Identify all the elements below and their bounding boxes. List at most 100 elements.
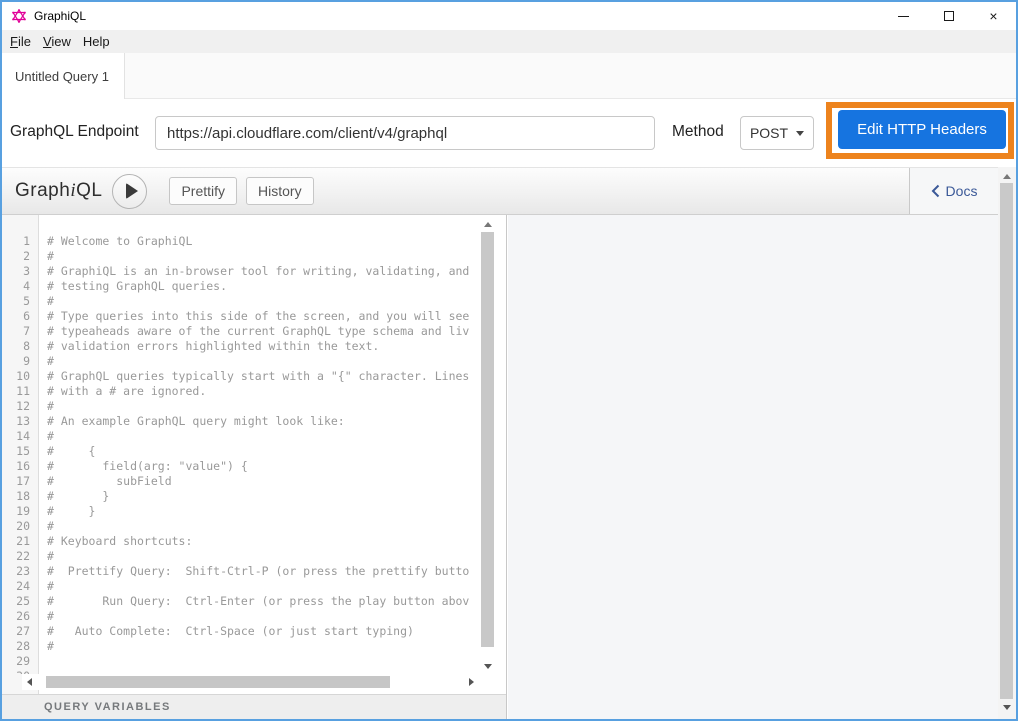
code-text[interactable]: # xyxy=(47,609,54,624)
editor-vscroll-thumb[interactable] xyxy=(481,232,494,647)
code-line[interactable]: 25# Run Query: Ctrl-Enter (or press the … xyxy=(2,594,479,609)
code-line[interactable]: 4# testing GraphQL queries. xyxy=(2,279,479,294)
code-line[interactable]: 5# xyxy=(2,294,479,309)
menu-help[interactable]: Help xyxy=(83,34,110,49)
code-line[interactable]: 1# Welcome to GraphiQL xyxy=(2,234,479,249)
editor-vertical-scrollbar[interactable] xyxy=(479,215,496,673)
code-line[interactable]: 20# xyxy=(2,519,479,534)
code-line[interactable]: 8# validation errors highlighted within … xyxy=(2,339,479,354)
code-text[interactable]: # { xyxy=(47,444,95,459)
code-line[interactable]: 10# GraphQL queries typically start with… xyxy=(2,369,479,384)
code-line[interactable]: 7# typeaheads aware of the current Graph… xyxy=(2,324,479,339)
code-line[interactable]: 19# } xyxy=(2,504,479,519)
code-text[interactable]: # Keyboard shortcuts: xyxy=(47,534,192,549)
code-text[interactable]: # testing GraphQL queries. xyxy=(47,279,227,294)
method-select[interactable]: POST xyxy=(740,116,814,150)
code-editor[interactable]: 1# Welcome to GraphiQL2#3# GraphiQL is a… xyxy=(2,215,506,694)
code-text[interactable]: # xyxy=(47,519,54,534)
code-text[interactable]: # Auto Complete: Ctrl-Space (or just sta… xyxy=(47,624,414,639)
endpoint-url-input[interactable] xyxy=(155,116,655,150)
code-lines[interactable]: 1# Welcome to GraphiQL2#3# GraphiQL is a… xyxy=(2,215,479,674)
endpoint-label: GraphQL Endpoint xyxy=(10,123,139,141)
code-text[interactable]: # Welcome to GraphiQL xyxy=(47,234,192,249)
code-text[interactable]: # xyxy=(47,429,54,444)
code-text[interactable]: # GraphQL queries typically start with a… xyxy=(47,369,469,384)
line-number: 2 xyxy=(2,249,30,264)
code-line[interactable]: 27 # Auto Complete: Ctrl-Space (or just s… xyxy=(2,624,479,639)
code-text[interactable]: # xyxy=(47,249,54,264)
code-line[interactable]: 2# xyxy=(2,249,479,264)
code-text[interactable]: # xyxy=(47,354,54,369)
chevron-left-icon xyxy=(931,184,940,198)
tab-untitled-query-1[interactable]: Untitled Query 1 xyxy=(2,53,125,99)
code-text[interactable]: # Prettify Query: Shift-Ctrl-P (or press… xyxy=(47,564,469,579)
app-window: GraphiQL × File View Help Untitled Query… xyxy=(0,0,1018,721)
code-line[interactable]: 24 # xyxy=(2,579,479,594)
code-text[interactable]: # } xyxy=(47,504,95,519)
title-bar[interactable]: GraphiQL × xyxy=(2,2,1016,30)
line-number: 5 xyxy=(2,294,30,309)
code-line[interactable]: 21# Keyboard shortcuts: xyxy=(2,534,479,549)
code-line[interactable]: 3 # GraphiQL is an in-browser tool for wr… xyxy=(2,264,479,279)
main-scrollbar[interactable] xyxy=(998,167,1016,719)
code-line[interactable]: 22# xyxy=(2,549,479,564)
code-text[interactable]: # GraphiQL is an in-browser tool for wri… xyxy=(47,264,469,279)
code-text[interactable]: # xyxy=(47,399,54,414)
main-scroll-up-button[interactable] xyxy=(998,170,1016,183)
prettify-button[interactable]: Prettify xyxy=(169,177,237,205)
code-text[interactable]: # subField xyxy=(47,474,172,489)
menu-view[interactable]: View xyxy=(43,34,71,49)
tab-label: Untitled Query 1 xyxy=(15,69,109,84)
code-line[interactable]: 18# } xyxy=(2,489,479,504)
code-text[interactable]: # field(arg: "value") { xyxy=(47,459,248,474)
code-text[interactable]: # xyxy=(47,579,54,594)
code-text[interactable]: # An example GraphQL query might look li… xyxy=(47,414,345,429)
docs-toggle[interactable]: Docs xyxy=(909,168,998,214)
line-number: 27 xyxy=(2,624,30,639)
history-button[interactable]: History xyxy=(246,177,314,205)
run-query-button[interactable] xyxy=(112,174,147,209)
line-number: 24 xyxy=(2,579,30,594)
code-line[interactable]: 28# xyxy=(2,639,479,654)
code-line[interactable]: 13# An example GraphQL query might look … xyxy=(2,414,479,429)
code-text[interactable]: # Type queries into this side of the scr… xyxy=(47,309,469,324)
graphiql-wordmark: GraphiQL xyxy=(15,180,102,202)
code-text[interactable]: # } xyxy=(47,489,109,504)
scroll-up-button[interactable] xyxy=(479,217,496,231)
editor-horizontal-scrollbar[interactable] xyxy=(22,674,478,690)
editor-hscroll-thumb[interactable] xyxy=(46,676,390,688)
edit-http-headers-button[interactable]: Edit HTTP Headers xyxy=(838,110,1006,149)
main-scroll-down-button[interactable] xyxy=(998,701,1016,714)
line-number: 3 xyxy=(2,264,30,279)
code-line[interactable]: 11# with a # are ignored. xyxy=(2,384,479,399)
code-text[interactable]: # with a # are ignored. xyxy=(47,384,206,399)
scroll-right-button[interactable] xyxy=(464,674,478,690)
code-line[interactable]: 9# xyxy=(2,354,479,369)
code-line[interactable]: 16# field(arg: "value") { xyxy=(2,459,479,474)
code-text[interactable]: # xyxy=(47,294,54,309)
code-text[interactable]: # validation errors highlighted within t… xyxy=(47,339,379,354)
main-scroll-thumb[interactable] xyxy=(1000,183,1013,699)
code-line[interactable]: 17# subField xyxy=(2,474,479,489)
code-line[interactable]: 29 xyxy=(2,654,479,669)
play-icon xyxy=(126,183,138,199)
code-line[interactable]: 26# xyxy=(2,609,479,624)
maximize-button[interactable] xyxy=(926,2,971,30)
query-variables-bar[interactable]: QUERY VARIABLES xyxy=(2,694,506,719)
code-text[interactable]: # xyxy=(47,639,54,654)
code-text[interactable]: # xyxy=(47,549,54,564)
close-button[interactable]: × xyxy=(971,2,1016,30)
minimize-button[interactable] xyxy=(881,2,926,30)
code-text[interactable]: # Run Query: Ctrl-Enter (or press the pl… xyxy=(47,594,469,609)
code-line[interactable]: 15# { xyxy=(2,444,479,459)
code-line[interactable]: 23# Prettify Query: Shift-Ctrl-P (or pre… xyxy=(2,564,479,579)
code-text[interactable]: # typeaheads aware of the current GraphQ… xyxy=(47,324,469,339)
code-line[interactable]: 14# xyxy=(2,429,479,444)
line-number: 29 xyxy=(2,654,30,669)
code-line[interactable]: 6# Type queries into this side of the sc… xyxy=(2,309,479,324)
scroll-left-button[interactable] xyxy=(22,674,36,690)
menu-file[interactable]: File xyxy=(10,34,31,49)
scroll-down-button[interactable] xyxy=(479,659,496,673)
scroll-up-icon xyxy=(1003,174,1011,179)
code-line[interactable]: 12# xyxy=(2,399,479,414)
